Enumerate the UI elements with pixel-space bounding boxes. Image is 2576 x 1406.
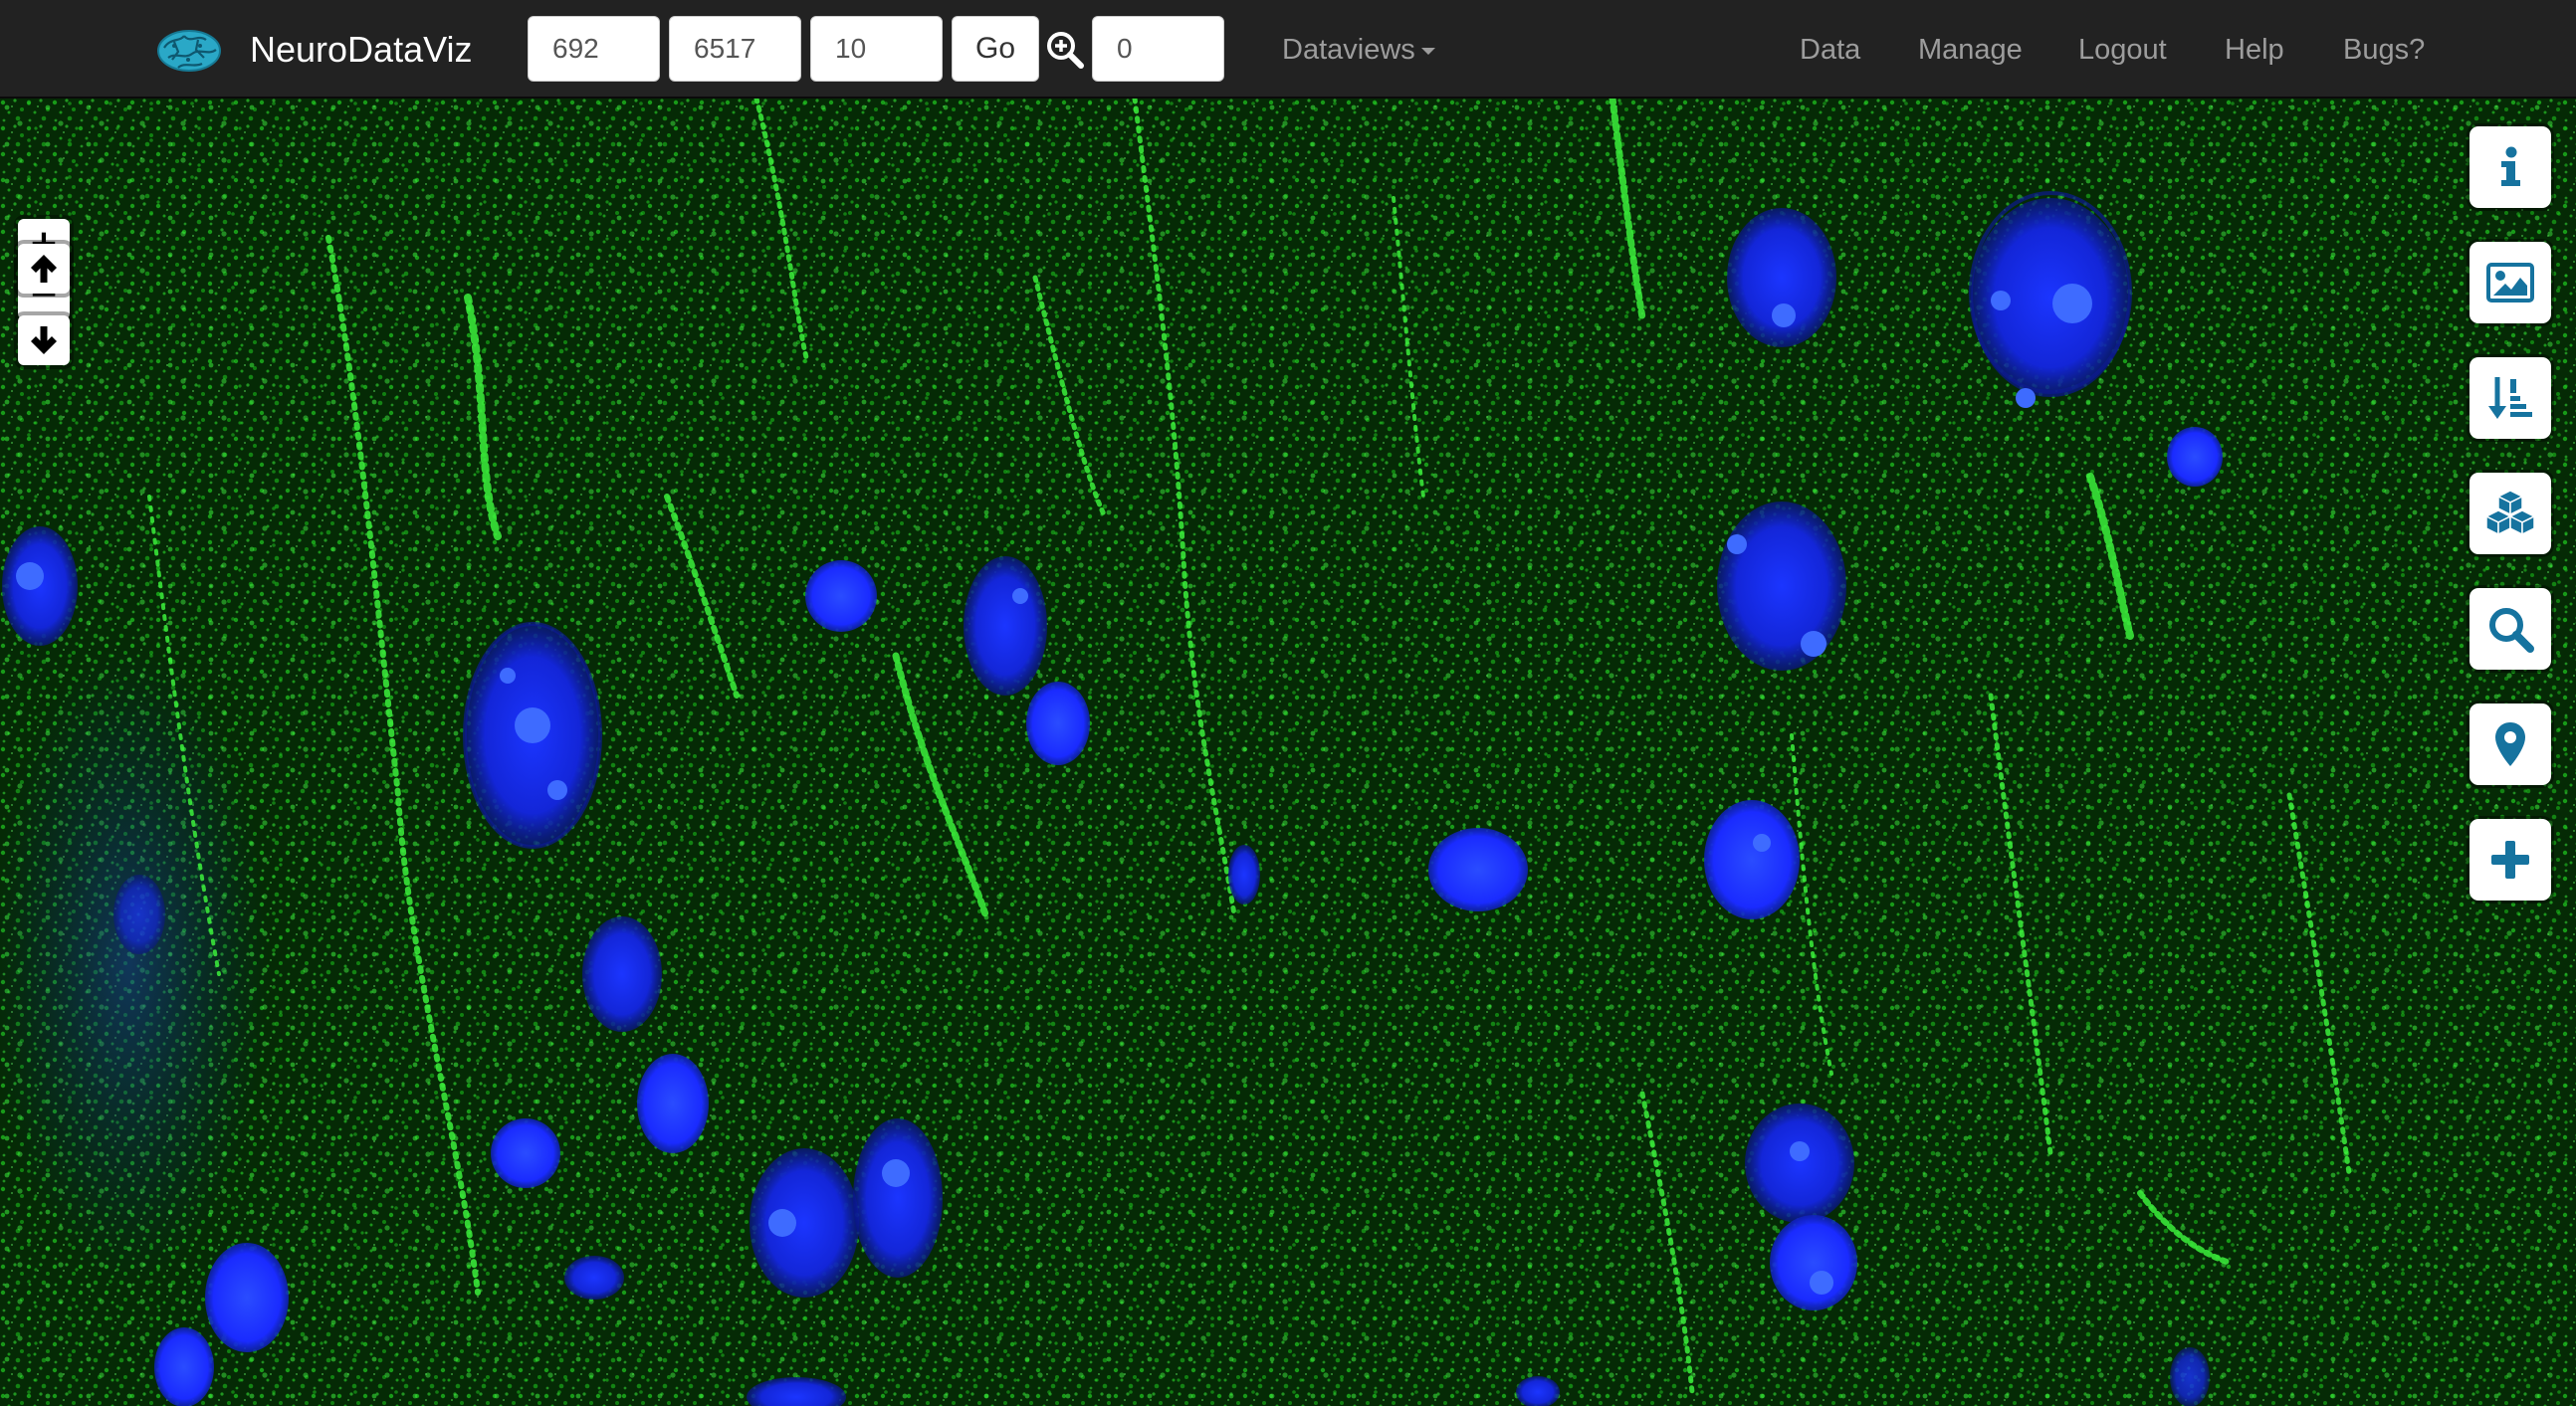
nav-manage-link[interactable]: Manage xyxy=(1918,26,2023,74)
annotation-button[interactable] xyxy=(2469,703,2551,785)
slice-down-button[interactable] xyxy=(18,315,70,365)
navbar: NeuroDataViz Go Dataviews Data Manage Lo… xyxy=(0,0,2576,99)
nav-data-link[interactable]: Data xyxy=(1800,26,1860,74)
dataviews-label: Dataviews xyxy=(1282,34,1415,66)
z-coordinate-input[interactable] xyxy=(810,16,943,82)
search-icon xyxy=(2489,608,2534,653)
image-icon xyxy=(2486,263,2534,302)
nav-logout-link[interactable]: Logout xyxy=(2078,26,2167,74)
sort-button[interactable] xyxy=(2469,357,2551,439)
add-button[interactable] xyxy=(2469,819,2551,901)
zoom-in-icon xyxy=(1047,32,1084,69)
image-layers-button[interactable] xyxy=(2469,242,2551,323)
sort-numeric-icon xyxy=(2488,377,2532,419)
search-button[interactable] xyxy=(2469,588,2551,670)
dataviews-dropdown[interactable]: Dataviews xyxy=(1282,26,1435,74)
nav-help-link[interactable]: Help xyxy=(2225,26,2284,74)
info-icon xyxy=(2501,146,2520,186)
cubes-icon xyxy=(2485,490,2535,536)
x-coordinate-input[interactable] xyxy=(528,16,660,82)
arrow-down-icon xyxy=(31,326,57,354)
slice-up-button[interactable] xyxy=(18,244,70,294)
caret-down-icon xyxy=(1420,47,1435,55)
brand-name[interactable]: NeuroDataViz xyxy=(250,26,472,74)
3d-view-button[interactable] xyxy=(2469,473,2551,554)
image-map-viewer[interactable]: + − xyxy=(0,99,2576,1406)
plus-icon xyxy=(2491,841,2529,879)
resolution-input[interactable] xyxy=(1092,16,1224,82)
microscopy-image[interactable] xyxy=(0,99,2576,1406)
info-button[interactable] xyxy=(2469,126,2551,208)
brain-logo-icon[interactable] xyxy=(154,26,224,76)
go-button[interactable]: Go xyxy=(952,16,1039,82)
arrow-up-icon xyxy=(31,255,57,283)
y-coordinate-input[interactable] xyxy=(669,16,801,82)
map-marker-icon xyxy=(2495,722,2525,766)
nav-bugs-link[interactable]: Bugs? xyxy=(2343,26,2425,74)
